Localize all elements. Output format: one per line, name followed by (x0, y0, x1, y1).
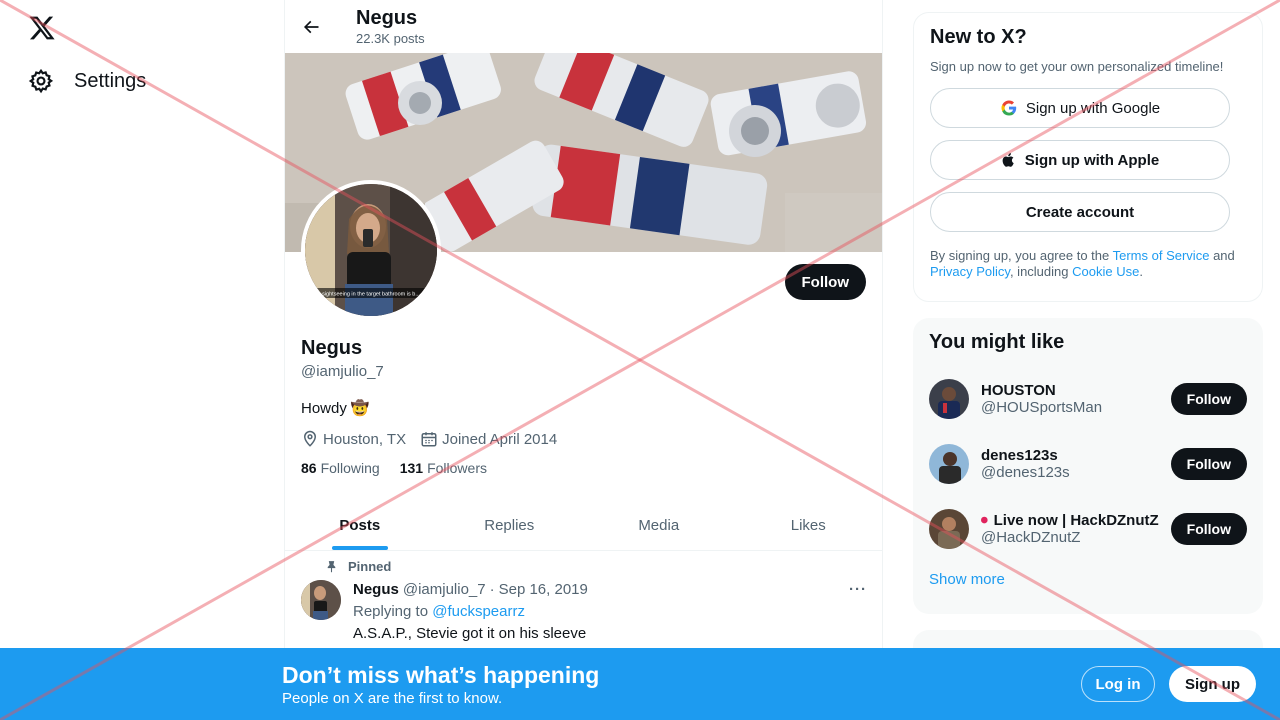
profile-meta: Houston, TX Joined April 2014 (301, 430, 867, 448)
profile-handle: @iamjulio_7 (301, 363, 384, 380)
gear-icon (28, 68, 54, 94)
tab-media[interactable]: Media (584, 500, 734, 550)
header-post-count: 22.3K posts (356, 30, 425, 46)
signup-google-button[interactable]: Sign up with Google (930, 88, 1230, 128)
tab-likes[interactable]: Likes (734, 500, 883, 550)
login-prompt-bar: Don’t miss what’s happening People on X … (0, 648, 1280, 720)
signup-apple-label: Sign up with Apple (1024, 151, 1160, 169)
suggestion-follow-button[interactable]: Follow (1170, 382, 1247, 415)
terms-link[interactable]: Terms of Service (1113, 248, 1210, 263)
profile-stats: 86 Following 131 Followers (301, 460, 867, 476)
terms-period: . (1139, 264, 1143, 279)
pinned-tweet[interactable]: Pinned Negus @iamjulio_7 · Sep 16, 2019 … (285, 551, 882, 652)
login-button[interactable]: Log in (1081, 666, 1155, 702)
pinned-indicator: Pinned (325, 559, 867, 574)
suggestion-avatar[interactable] (929, 508, 969, 549)
tweet-date[interactable]: Sep 16, 2019 (499, 580, 588, 600)
suggestion-avatar[interactable] (929, 378, 969, 419)
terms-including: , including (1009, 264, 1069, 279)
signup-terms: By signing up, you agree to the Terms of… (930, 248, 1246, 280)
suggestion-handle: @HOUSportsMan (981, 398, 1103, 416)
profile-avatar[interactable]: sightseeing in the target bathroom is b.… (301, 180, 441, 320)
signup-google-label: Sign up with Google (1025, 99, 1161, 117)
suggestion-name: denes123s (981, 446, 1058, 464)
following-link[interactable]: 86 Following (301, 460, 380, 476)
google-icon (1001, 100, 1017, 116)
followers-label: Followers (427, 460, 487, 476)
signup-button[interactable]: Sign up (1169, 666, 1256, 702)
reply-context: Replying to @fuckspearrz (353, 602, 867, 622)
signup-card-title: New to X? (930, 26, 1027, 48)
profile-tabs: Posts Replies Media Likes (285, 500, 883, 551)
followers-count: 131 (399, 460, 424, 476)
tweet-handle[interactable]: @iamjulio_7 (403, 580, 486, 600)
location-pin-icon (303, 430, 317, 447)
signup-card: New to X? Sign up now to get your own pe… (913, 12, 1263, 302)
tweet-avatar[interactable] (301, 580, 341, 620)
create-account-button[interactable]: Create account (930, 192, 1230, 232)
nav-settings[interactable]: Settings (28, 68, 146, 94)
prompt-subtitle: People on X are the first to know. (282, 690, 503, 707)
location-text: Houston, TX (323, 430, 407, 448)
suggestion-handle: @denes123s (981, 463, 1070, 481)
right-sidebar: New to X? Sign up now to get your own pe… (913, 0, 1263, 690)
signup-card-subtitle: Sign up now to get your own personalized… (930, 59, 1224, 74)
suggestion-handle: @HackDZnutZ (981, 529, 1081, 546)
pinned-label: Pinned (348, 559, 392, 574)
x-logo-icon[interactable] (28, 14, 56, 42)
tab-posts[interactable]: Posts (285, 500, 435, 550)
joined-text: Joined April 2014 (442, 430, 558, 448)
suggestion-avatar[interactable] (929, 443, 969, 484)
nav-settings-label: Settings (74, 69, 147, 92)
following-label: Following (320, 460, 380, 476)
bio-text: Howdy (301, 399, 347, 417)
tweet-text: A.S.A.P., Stevie got it on his sleeve (353, 625, 587, 642)
tab-replies[interactable]: Replies (435, 500, 585, 550)
profile-joined: Joined April 2014 (420, 430, 557, 448)
profile-location: Houston, TX (301, 430, 406, 448)
cowboy-emoji-icon: 🤠 (350, 400, 370, 417)
profile-info: Negus @iamjulio_7 Howdy 🤠 Houston, TX Jo… (301, 336, 867, 476)
follow-button[interactable]: Follow (784, 264, 866, 300)
live-indicator-icon (981, 516, 988, 524)
tweet-separator: · (489, 581, 495, 598)
suggestion-row[interactable]: HOUSTON @HOUSportsMan Follow (929, 366, 1247, 431)
left-nav: Settings (0, 0, 284, 720)
profile-column: Negus 22.3K posts sightseeing in the tar… (284, 0, 883, 720)
profile-bio: Howdy 🤠 (301, 399, 867, 418)
replying-to-link[interactable]: @fuckspearrz (432, 603, 525, 620)
suggestion-name: HOUSTON (981, 381, 1056, 399)
suggestion-name-text: Live now | HackDZnutZ (993, 511, 1159, 529)
suggestion-row[interactable]: denes123s @denes123s Follow (929, 431, 1247, 496)
header-title: Negus (356, 6, 418, 29)
more-options-icon[interactable]: ··· (849, 580, 867, 600)
replying-label: Replying to (353, 603, 429, 620)
back-button[interactable] (301, 17, 321, 37)
profile-header: Negus 22.3K posts (285, 0, 882, 53)
terms-and: and (1213, 248, 1235, 263)
calendar-icon (421, 432, 437, 447)
suggestion-follow-button[interactable]: Follow (1170, 447, 1247, 480)
pin-icon (327, 561, 336, 573)
cookie-link[interactable]: Cookie Use (1072, 264, 1139, 279)
privacy-link[interactable]: Privacy Policy (930, 264, 1010, 279)
tweet-author[interactable]: Negus (353, 580, 399, 600)
suggestions-title: You might like (929, 331, 1065, 353)
signup-apple-button[interactable]: Sign up with Apple (930, 140, 1230, 180)
suggestion-row[interactable]: Live now | HackDZnutZ @HackDZnutZ Follow (929, 496, 1247, 561)
suggestion-name: Live now | HackDZnutZ (981, 511, 1159, 529)
prompt-title: Don’t miss what’s happening (282, 662, 600, 688)
followers-link[interactable]: 131 Followers (400, 460, 487, 476)
show-more-link[interactable]: Show more (929, 571, 1247, 588)
avatar-caption: sightseeing in the target bathroom is b.… (322, 292, 420, 298)
apple-icon (1002, 153, 1014, 167)
terms-prefix: By signing up, you agree to the (930, 248, 1110, 263)
profile-name: Negus (301, 337, 363, 359)
suggestions-card: You might like HOUSTON @HOUSportsMan Fol… (913, 318, 1263, 614)
arrow-left-icon (303, 20, 319, 33)
following-count: 86 (301, 460, 317, 476)
suggestion-follow-button[interactable]: Follow (1170, 512, 1247, 545)
